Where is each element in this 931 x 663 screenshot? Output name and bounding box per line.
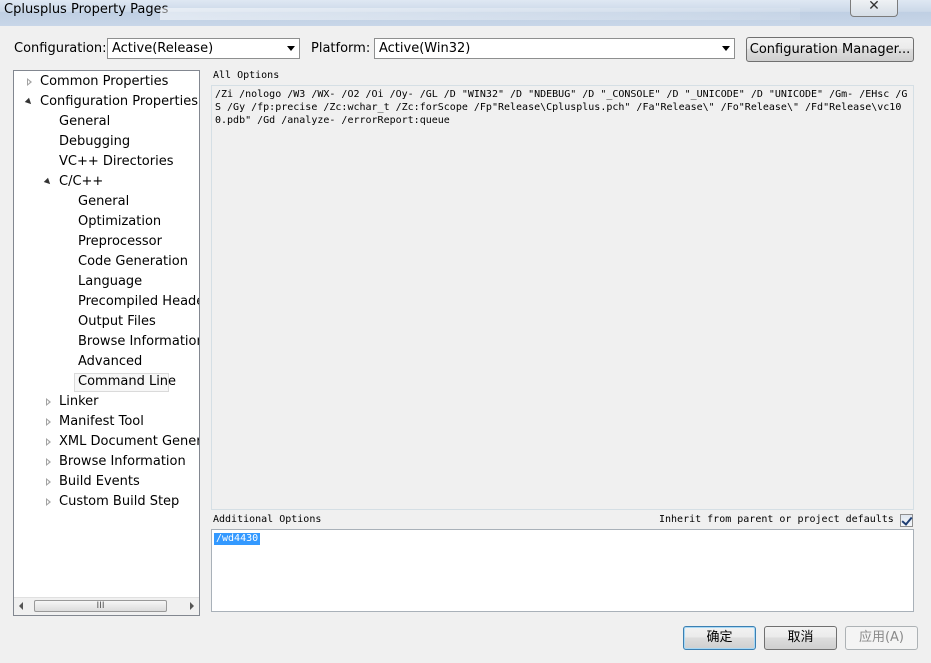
property-tree[interactable]: Common Properties Configuration Properti… xyxy=(13,70,200,616)
all-options-text[interactable]: /Zi /nologo /W3 /WX- /O2 /Oi /Oy- /GL /D… xyxy=(211,85,914,510)
close-button[interactable]: ✕ xyxy=(850,0,898,17)
configuration-value: Active(Release) xyxy=(112,41,214,56)
scrollbar-thumb[interactable]: III xyxy=(34,600,167,612)
configuration-label: Configuration: xyxy=(14,41,107,56)
expand-icon[interactable] xyxy=(46,398,51,406)
tree-item-output-files[interactable]: Output Files xyxy=(78,312,156,332)
window-title: Cplusplus Property Pages xyxy=(4,2,169,17)
expand-icon[interactable] xyxy=(27,78,32,86)
chevron-down-icon xyxy=(287,46,295,51)
inherit-checkbox[interactable] xyxy=(900,514,913,527)
tree-item-cpp-general[interactable]: General xyxy=(78,192,129,212)
tree-item-label: Custom Build Step xyxy=(59,494,180,509)
tree-item-label: Browse Information xyxy=(59,454,186,469)
tree-item-optimization[interactable]: Optimization xyxy=(78,212,161,232)
expand-icon[interactable] xyxy=(46,458,51,466)
tree-item-label: Manifest Tool xyxy=(59,414,144,429)
title-bar: Cplusplus Property Pages ✕ xyxy=(0,0,931,26)
tree-item-code-generation[interactable]: Code Generation xyxy=(78,252,188,272)
expand-icon[interactable] xyxy=(46,478,51,486)
configuration-dropdown[interactable]: Active(Release) xyxy=(107,38,300,59)
additional-options-input[interactable]: /wd4430 xyxy=(211,529,914,612)
tree-item-command-line[interactable]: Command Line xyxy=(78,372,176,392)
cancel-button[interactable]: 取消 xyxy=(764,626,837,650)
close-icon[interactable]: ✕ xyxy=(868,0,880,14)
scroll-right-icon[interactable] xyxy=(190,602,194,610)
inherit-label: Inherit from parent or project defaults xyxy=(659,514,894,525)
configuration-manager-button[interactable]: Configuration Manager... xyxy=(746,37,914,62)
expand-icon[interactable] xyxy=(46,498,51,506)
expand-icon[interactable] xyxy=(46,438,51,446)
additional-options-label: Additional Options xyxy=(213,514,322,525)
chevron-down-icon xyxy=(722,46,730,51)
title-bar-glare xyxy=(160,8,800,20)
tree-item-general[interactable]: General xyxy=(59,112,110,132)
tree-item-advanced[interactable]: Advanced xyxy=(78,352,142,372)
tree-item-browse-information[interactable]: Browse Information xyxy=(78,332,199,352)
tree-item-label: Configuration Properties xyxy=(40,94,198,109)
tree-item-label: Build Events xyxy=(59,474,140,489)
apply-button[interactable]: 应用(A) xyxy=(845,626,918,650)
platform-value: Active(Win32) xyxy=(379,41,471,56)
additional-options-value: /wd4430 xyxy=(214,533,261,545)
ok-button[interactable]: 确定 xyxy=(683,626,756,650)
expand-icon[interactable] xyxy=(46,418,51,426)
platform-label: Platform: xyxy=(311,41,371,56)
all-options-label: All Options xyxy=(213,70,280,81)
scroll-left-icon[interactable] xyxy=(19,602,23,610)
horizontal-scrollbar[interactable]: III xyxy=(14,597,199,615)
tree-item-label: Common Properties xyxy=(40,74,169,89)
tree-item-language[interactable]: Language xyxy=(78,272,142,292)
tree-item-label: XML Document Generator xyxy=(59,434,199,449)
tree-item-precompiled-headers[interactable]: Precompiled Headers xyxy=(78,292,199,312)
collapse-icon[interactable] xyxy=(43,177,53,187)
collapse-icon[interactable] xyxy=(24,97,34,107)
tree-item-vc-directories[interactable]: VC++ Directories xyxy=(59,152,174,172)
tree-item-label: Linker xyxy=(59,394,99,409)
platform-dropdown[interactable]: Active(Win32) xyxy=(374,38,735,59)
tree-item-label: C/C++ xyxy=(59,174,104,189)
tree-item-preprocessor[interactable]: Preprocessor xyxy=(78,232,162,252)
tree-item-debugging[interactable]: Debugging xyxy=(59,132,130,152)
